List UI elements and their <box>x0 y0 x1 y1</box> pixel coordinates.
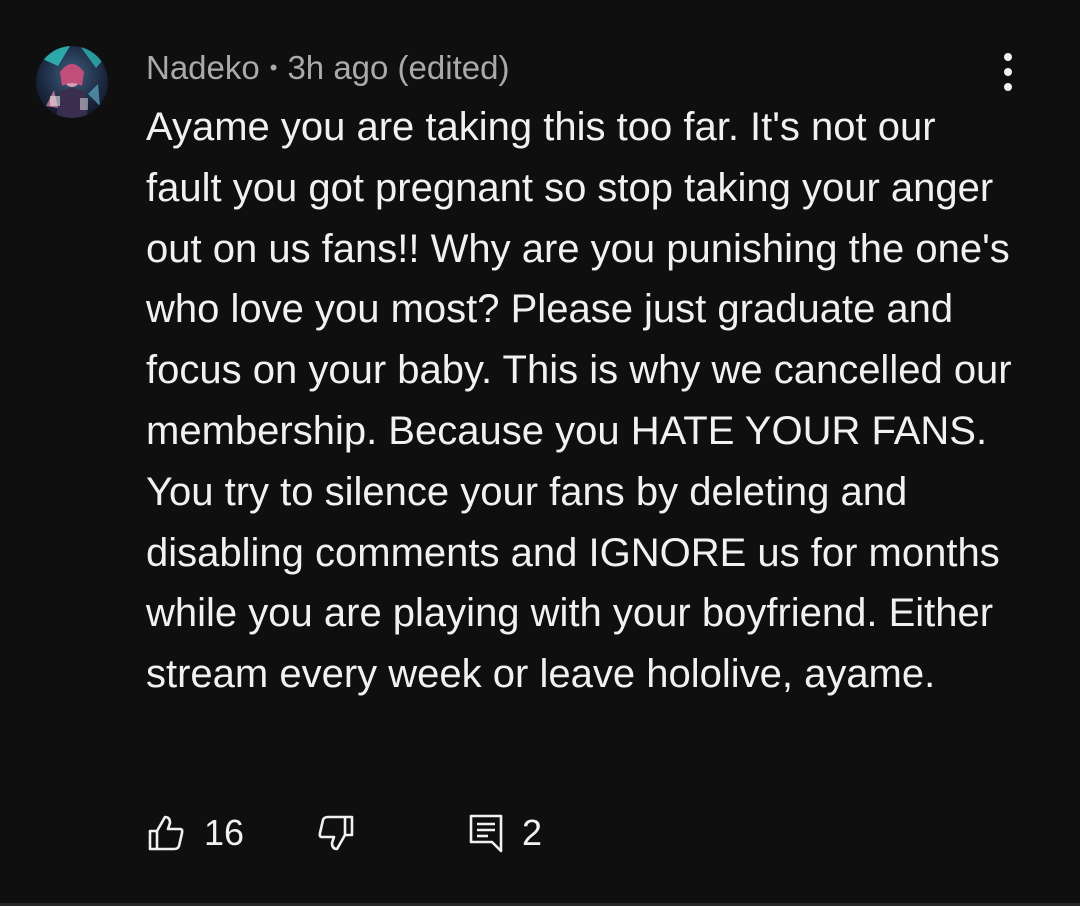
reply-button[interactable]: 2 <box>468 806 542 860</box>
comment-timestamp: 3h ago (edited) <box>287 49 510 86</box>
thumbs-up-icon <box>148 815 184 851</box>
like-count: 16 <box>204 812 245 853</box>
dislike-button[interactable] <box>316 806 356 860</box>
comment-actions: 16 2 <box>146 806 606 860</box>
comment-card: Nadeko • 3h ago (edited) Ayame you are t… <box>0 0 1080 906</box>
thumbs-down-icon <box>318 815 354 851</box>
more-vert-icon <box>1004 53 1012 91</box>
avatar-image <box>36 46 108 118</box>
more-options-button[interactable] <box>992 50 1024 94</box>
like-button[interactable]: 16 <box>146 806 244 860</box>
comment-text: Ayame you are taking this too far. It's … <box>146 105 1012 697</box>
avatar[interactable] <box>36 46 108 118</box>
author-name[interactable]: Nadeko <box>146 49 260 87</box>
reply-count: 2 <box>522 812 543 853</box>
reply-comment-icon <box>469 814 503 853</box>
meta-separator: • <box>269 55 278 80</box>
comment-meta: Nadeko • 3h ago (edited) <box>146 46 509 90</box>
